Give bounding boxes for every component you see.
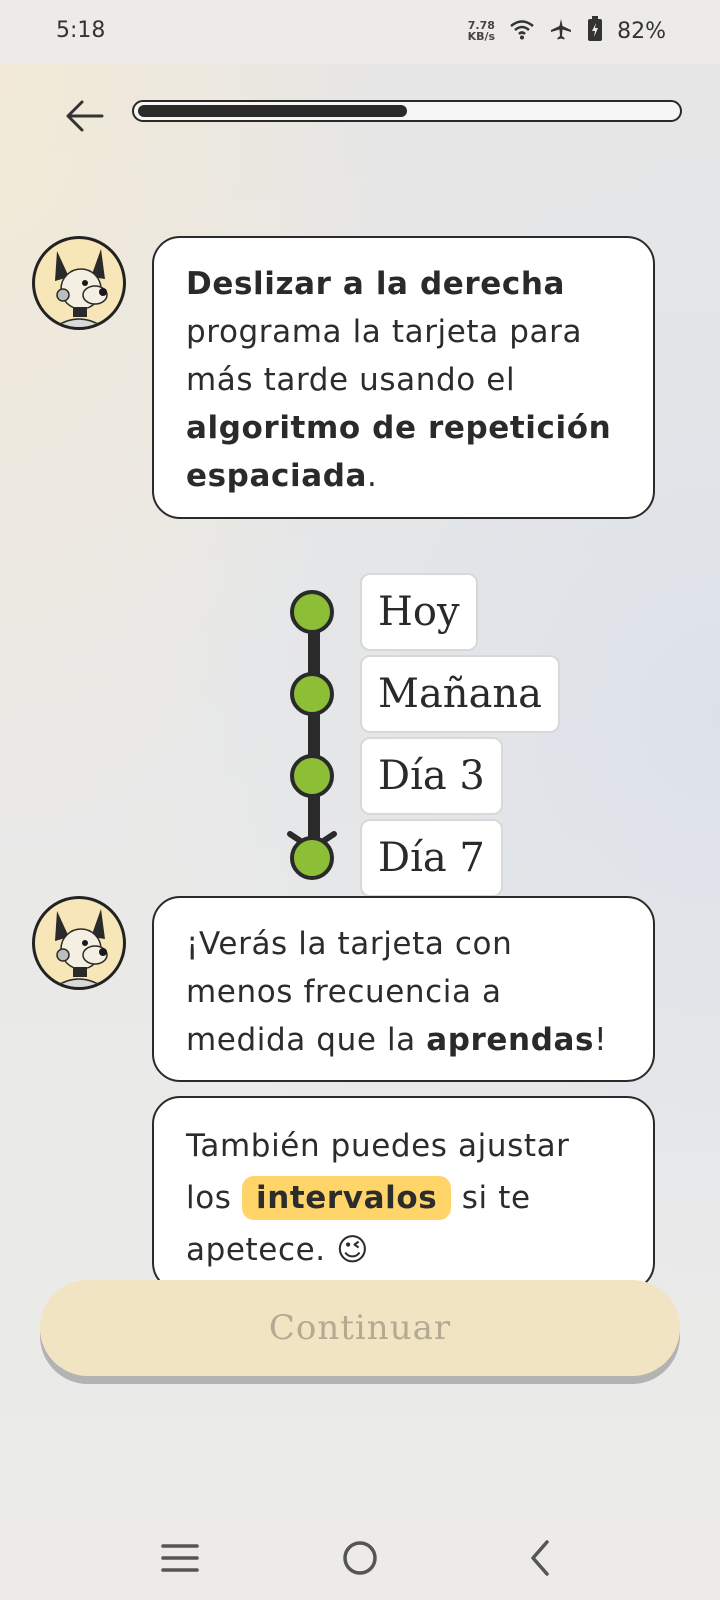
menu-icon (161, 1544, 199, 1572)
timeline-dot (290, 590, 334, 634)
timeline-label-dia-3: Día 3 (360, 737, 503, 815)
arrow-left-icon (66, 100, 104, 132)
network-speed-unit: KB/s (467, 30, 496, 43)
home-circle-icon (343, 1541, 377, 1575)
winking-face-icon: 😉 (336, 1232, 370, 1268)
message-3-text: También puedes ajustar los intervalos si… (186, 1128, 570, 1268)
status-bar: 5:18 7.78 KB/s 82% (0, 0, 720, 64)
message-1-text: Deslizar a la derecha programa la tarjet… (186, 266, 612, 494)
battery-percent: 82% (617, 18, 666, 44)
timeline-dot (290, 672, 334, 716)
nav-back-button[interactable] (510, 1530, 570, 1586)
screen: 5:18 7.78 KB/s 82% Deslizar a la derecha… (0, 0, 720, 1600)
dog-avatar-icon (54, 909, 108, 987)
intervals-chip[interactable]: intervalos (241, 1176, 452, 1220)
network-speed: 7.78 KB/s (468, 20, 495, 42)
timeline-dot (290, 754, 334, 798)
timeline-label-manana: Mañana (360, 655, 561, 733)
dog-avatar (32, 896, 126, 990)
message-bubble-1: Deslizar a la derecha programa la tarjet… (152, 236, 655, 519)
message-2-text: ¡Verás la tarjeta con menos frecuencia a… (186, 926, 608, 1058)
chevron-left-icon (531, 1540, 549, 1576)
continue-button[interactable]: Continuar (40, 1280, 680, 1376)
menu-button[interactable] (150, 1530, 210, 1586)
lesson-progress-bar (132, 100, 682, 122)
system-nav-bar (0, 1510, 720, 1600)
dog-avatar (32, 236, 126, 330)
timeline-line (308, 612, 320, 852)
battery-icon (587, 16, 603, 46)
back-button[interactable] (58, 90, 110, 142)
status-icons: 7.78 KB/s 82% (468, 16, 666, 46)
home-button[interactable] (330, 1530, 390, 1586)
airplane-mode-icon (549, 17, 573, 45)
timeline-label-hoy: Hoy (360, 573, 478, 651)
status-time: 5:18 (56, 18, 106, 43)
progress-fill (138, 105, 407, 117)
message-bubble-2: ¡Verás la tarjeta con menos frecuencia a… (152, 896, 655, 1082)
wifi-icon (509, 18, 535, 44)
timeline-dot (290, 836, 334, 880)
dog-avatar-icon (54, 249, 108, 327)
timeline-label-dia-7: Día 7 (360, 819, 503, 897)
message-bubble-3: También puedes ajustar los intervalos si… (152, 1096, 655, 1291)
